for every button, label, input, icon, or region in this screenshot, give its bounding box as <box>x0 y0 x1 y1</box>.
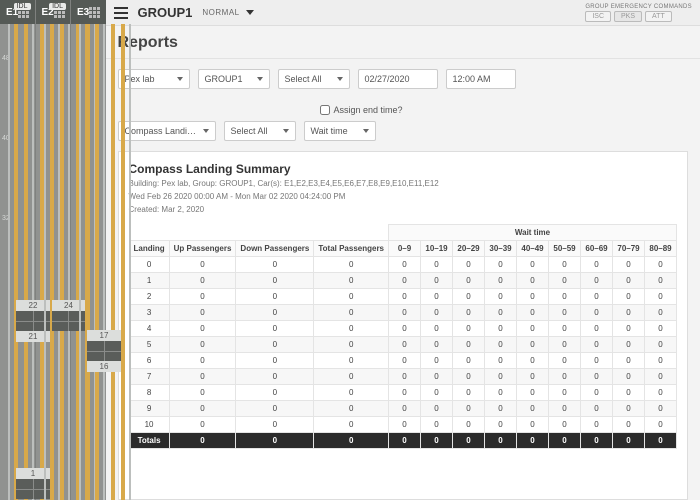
table-column-header: Down Passengers <box>236 240 314 256</box>
table-column-header: 80–89 <box>645 240 677 256</box>
elevator-car[interactable]: 17 16 <box>87 330 121 372</box>
table-column-header: 50–59 <box>549 240 581 256</box>
table-row: 2000000000000 <box>129 288 677 304</box>
chevron-down-icon <box>177 77 183 81</box>
shaft-menu-icon[interactable] <box>89 7 100 18</box>
table-column-header: 30–39 <box>485 240 517 256</box>
chevron-down-icon[interactable] <box>246 10 254 15</box>
table-totals-row: Totals000000000000 <box>129 432 677 448</box>
page-title: Reports <box>118 34 689 52</box>
chevron-down-icon <box>363 129 369 133</box>
table-row: 1000000000000 <box>129 272 677 288</box>
chevron-down-icon <box>203 129 209 133</box>
table-column-header: Up Passengers <box>169 240 236 256</box>
shaft-e3[interactable]: E3 17 16 <box>71 0 106 500</box>
car-floor-top: 17 <box>87 330 121 341</box>
filter-row-2: Compass Landing Summary Select All Wait … <box>106 121 700 149</box>
assign-end-checkbox[interactable]: Assign end time? <box>320 105 403 115</box>
report-subtitle-3: Created: Mar 2, 2020 <box>129 204 678 215</box>
table-column-header: Total Passengers <box>314 240 389 256</box>
report-subtitle-1: Building: Pex lab, Group: GROUP1, Car(s)… <box>129 178 678 189</box>
report-card: Compass Landing Summary Building: Pex la… <box>118 151 689 500</box>
table-row: 3000000000000 <box>129 304 677 320</box>
car-floor-bot: 16 <box>87 361 121 372</box>
report-title: Compass Landing Summary <box>129 162 678 176</box>
shaft-header[interactable]: E3 <box>71 0 106 24</box>
emergency-commands: GROUP EMERGENCY COMMANDS ISC PKS ATT <box>585 4 692 22</box>
shaft-status-badge: IDL <box>49 3 66 10</box>
filter-row-1: Pex lab GROUP1 Select All 02/27/2020 12:… <box>106 59 700 121</box>
table-row: 10000000000000 <box>129 416 677 432</box>
table-super-header: Wait time <box>389 224 677 240</box>
top-bar: GROUP1 NORMAL GROUP EMERGENCY COMMANDS I… <box>106 0 700 26</box>
cars-select[interactable]: Select All <box>278 69 350 89</box>
metric-select[interactable]: Wait time <box>304 121 376 141</box>
report-type-select[interactable]: Compass Landing Summary <box>118 121 216 141</box>
time-input[interactable]: 12:00 AM <box>446 69 516 89</box>
table-column-header: 20–29 <box>453 240 485 256</box>
table-row: 8000000000000 <box>129 384 677 400</box>
table-column-header: 60–69 <box>581 240 613 256</box>
table-row: 9000000000000 <box>129 400 677 416</box>
table-row: 0000000000000 <box>129 256 677 272</box>
chevron-down-icon <box>337 77 343 81</box>
emerg-pks-button[interactable]: PKS <box>614 11 642 22</box>
date-input[interactable]: 02/27/2020 <box>358 69 438 89</box>
table-row: 4000000000000 <box>129 320 677 336</box>
main-panel: GROUP1 NORMAL GROUP EMERGENCY COMMANDS I… <box>106 0 700 500</box>
table-column-header: 40–49 <box>517 240 549 256</box>
group-select[interactable]: GROUP1 <box>198 69 270 89</box>
table-column-header: 70–79 <box>613 240 645 256</box>
elevator-shaft-panel: 48 40 32 E1 IDL 22 21 1 E2 IDL 24 <box>0 0 106 500</box>
shaft-label: E3 <box>71 7 89 18</box>
emerg-isc-button[interactable]: ISC <box>585 11 611 22</box>
group-name: GROUP1 <box>138 5 193 20</box>
emergency-label: GROUP EMERGENCY COMMANDS <box>585 4 692 10</box>
checkbox-icon[interactable] <box>320 105 330 115</box>
table-row: 7000000000000 <box>129 368 677 384</box>
report-subtitle-2: Wed Feb 26 2020 00:00 AM - Mon Mar 02 20… <box>129 191 678 202</box>
chevron-down-icon <box>283 129 289 133</box>
group-mode: NORMAL <box>202 8 239 17</box>
cars-select-2[interactable]: Select All <box>224 121 296 141</box>
menu-icon[interactable] <box>114 7 128 19</box>
table-column-header: 0–9 <box>389 240 421 256</box>
shaft-e2[interactable]: E2 IDL 24 <box>36 0 72 500</box>
shaft-status-badge: IDL <box>14 3 31 10</box>
table-row: 6000000000000 <box>129 352 677 368</box>
emerg-att-button[interactable]: ATT <box>645 11 672 22</box>
table-row: 5000000000000 <box>129 336 677 352</box>
report-table: Wait time LandingUp PassengersDown Passe… <box>129 224 678 449</box>
table-column-header: 10–19 <box>421 240 453 256</box>
table-column-header: Landing <box>129 240 169 256</box>
shaft-e1[interactable]: E1 IDL 22 21 1 <box>0 0 36 500</box>
page-header: Reports <box>106 26 700 59</box>
report-table-wrapper[interactable]: Wait time LandingUp PassengersDown Passe… <box>129 224 678 499</box>
chevron-down-icon <box>257 77 263 81</box>
